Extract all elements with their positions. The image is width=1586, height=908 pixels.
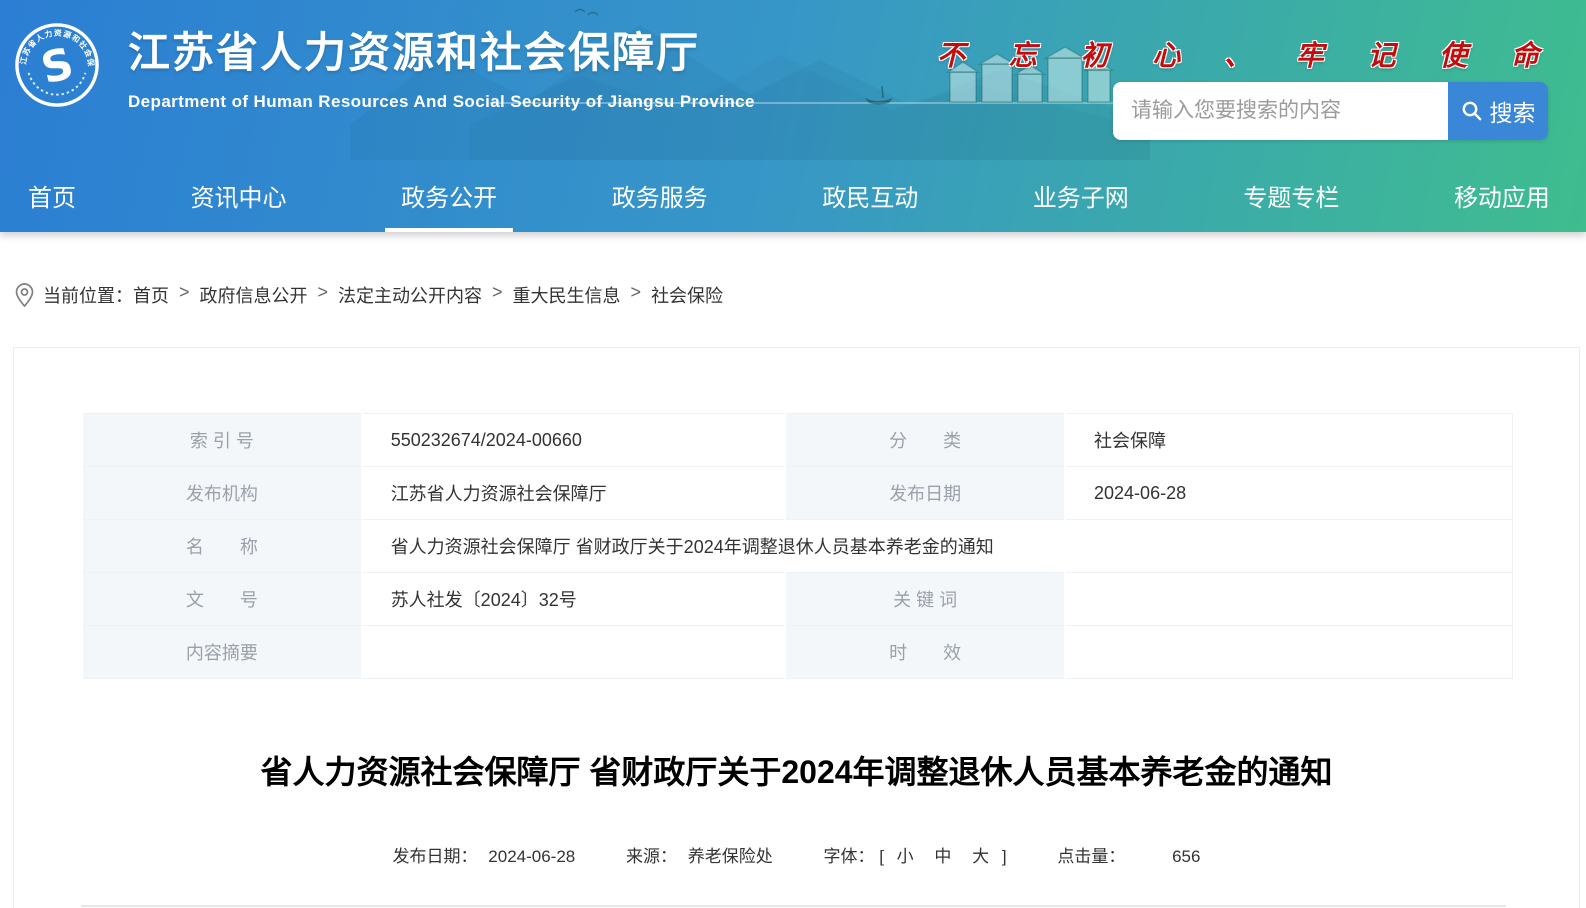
field-value-summary: [362, 626, 786, 679]
nav-item-public-interaction[interactable]: 政民互动: [822, 168, 918, 232]
font-size-group: 字体： [ 小 中 大 ]: [823, 842, 1006, 867]
slogan-banner: 不 忘 初 心 、 牢 记 使 命: [937, 34, 1556, 74]
source-value: 养老保险处: [688, 847, 773, 866]
breadcrumb-item-gov-info[interactable]: 政府信息公开: [200, 282, 308, 308]
breadcrumb-item-home[interactable]: 首页: [133, 282, 169, 308]
site-title: 江苏省人力资源和社会保障厅: [128, 30, 755, 76]
source-label: 来源：: [626, 847, 677, 866]
field-value-index: 550232674/2024-00660: [362, 414, 786, 467]
breadcrumb-separator: >: [179, 282, 190, 303]
breadcrumb-separator: >: [318, 282, 329, 303]
field-label-keyword: 关 键 词: [785, 573, 1065, 626]
field-value-date: 2024-06-28: [1065, 467, 1512, 520]
main-nav: 首页 资讯中心 政务公开 政务服务 政民互动 业务子网 专题专栏 移动应用: [0, 168, 1586, 232]
field-value-name: 省人力资源社会保障厅 省财政厅关于2024年调整退休人员基本养老金的通知: [362, 520, 1513, 573]
field-label-org: 发布机构: [82, 467, 362, 520]
search-bar: 搜索: [1113, 82, 1548, 140]
nav-item-home[interactable]: 首页: [28, 168, 76, 232]
logo-s-glyph: S: [36, 39, 78, 95]
field-label-name: 名 称: [82, 520, 362, 573]
breadcrumb-prefix: 当前位置：: [43, 282, 133, 308]
search-input[interactable]: [1113, 82, 1448, 140]
font-size-label: 字体：: [823, 847, 874, 866]
hits-group: 点击量： 656: [1057, 842, 1200, 867]
breadcrumb-separator: >: [631, 282, 642, 303]
publish-date-group: 发布日期： 2024-06-28: [393, 842, 576, 867]
font-bracket-close: ]: [1002, 847, 1007, 866]
site-header: 江苏省人力资源和社会保障厅 S 江苏省人力资源和社会保障厅 Department…: [0, 0, 1586, 232]
table-row: 文 号 苏人社发〔2024〕32号 关 键 词: [82, 573, 1513, 626]
breadcrumb-separator: >: [492, 282, 503, 303]
breadcrumb-item-social-insurance[interactable]: 社会保险: [651, 282, 723, 308]
breadcrumb-item-statutory-content[interactable]: 法定主动公开内容: [338, 282, 482, 308]
table-row: 名 称 省人力资源社会保障厅 省财政厅关于2024年调整退休人员基本养老金的通知: [82, 520, 1513, 573]
field-label-category: 分 类: [785, 414, 1065, 467]
field-value-org: 江苏省人力资源社会保障厅: [362, 467, 786, 520]
breadcrumb: 当前位置： 首页 > 政府信息公开 > 法定主动公开内容 > 重大民生信息 > …: [0, 232, 1586, 347]
hits-label: 点击量：: [1057, 847, 1125, 866]
nav-item-gov-disclosure[interactable]: 政务公开: [401, 168, 497, 232]
table-row: 索 引 号 550232674/2024-00660 分 类 社会保障: [82, 414, 1513, 467]
publish-date-value: 2024-06-28: [488, 847, 575, 866]
table-row: 内容摘要 时 效: [82, 626, 1513, 679]
brand-block: 江苏省人力资源和社会保障厅 S 江苏省人力资源和社会保障厅 Department…: [14, 22, 755, 112]
font-size-small-button[interactable]: 小: [897, 847, 914, 866]
nav-item-gov-services[interactable]: 政务服务: [612, 168, 708, 232]
field-value-category: 社会保障: [1065, 414, 1512, 467]
field-label-summary: 内容摘要: [82, 626, 362, 679]
source-group: 来源： 养老保险处: [626, 842, 773, 867]
field-value-validity: [1065, 626, 1512, 679]
breadcrumb-item-livelihood-info[interactable]: 重大民生信息: [513, 282, 621, 308]
publish-date-label: 发布日期：: [393, 847, 478, 866]
nav-item-news-center[interactable]: 资讯中心: [191, 168, 287, 232]
field-label-index: 索 引 号: [82, 414, 362, 467]
field-label-docnum: 文 号: [82, 573, 362, 626]
search-button[interactable]: 搜索: [1448, 82, 1548, 140]
nav-item-special-columns[interactable]: 专题专栏: [1243, 168, 1339, 232]
article-meta: 发布日期： 2024-06-28 来源： 养老保险处 字体： [ 小 中 大 ]…: [14, 842, 1579, 867]
field-value-keyword: [1065, 573, 1512, 626]
article-title: 省人力资源社会保障厅 省财政厅关于2024年调整退休人员基本养老金的通知: [54, 750, 1539, 794]
hits-value: 656: [1172, 847, 1200, 866]
nav-item-business-subnet[interactable]: 业务子网: [1033, 168, 1129, 232]
search-button-label: 搜索: [1490, 94, 1536, 128]
field-label-date: 发布日期: [785, 467, 1065, 520]
font-size-medium-button[interactable]: 中: [934, 847, 951, 866]
font-bracket-open: [: [879, 847, 884, 866]
site-logo[interactable]: 江苏省人力资源和社会保障厅 S: [14, 22, 100, 108]
field-value-docnum: 苏人社发〔2024〕32号: [362, 573, 786, 626]
document-info-table: 索 引 号 550232674/2024-00660 分 类 社会保障 发布机构…: [81, 413, 1513, 679]
field-label-validity: 时 效: [785, 626, 1065, 679]
search-icon: [1461, 100, 1483, 122]
content-divider: [81, 905, 1506, 907]
site-subtitle: Department of Human Resources And Social…: [128, 92, 755, 112]
font-size-large-button[interactable]: 大: [972, 847, 989, 866]
location-pin-icon: [14, 282, 35, 308]
table-row: 发布机构 江苏省人力资源社会保障厅 发布日期 2024-06-28: [82, 467, 1513, 520]
content-panel: 索 引 号 550232674/2024-00660 分 类 社会保障 发布机构…: [13, 347, 1580, 908]
nav-item-mobile-apps[interactable]: 移动应用: [1454, 168, 1550, 232]
